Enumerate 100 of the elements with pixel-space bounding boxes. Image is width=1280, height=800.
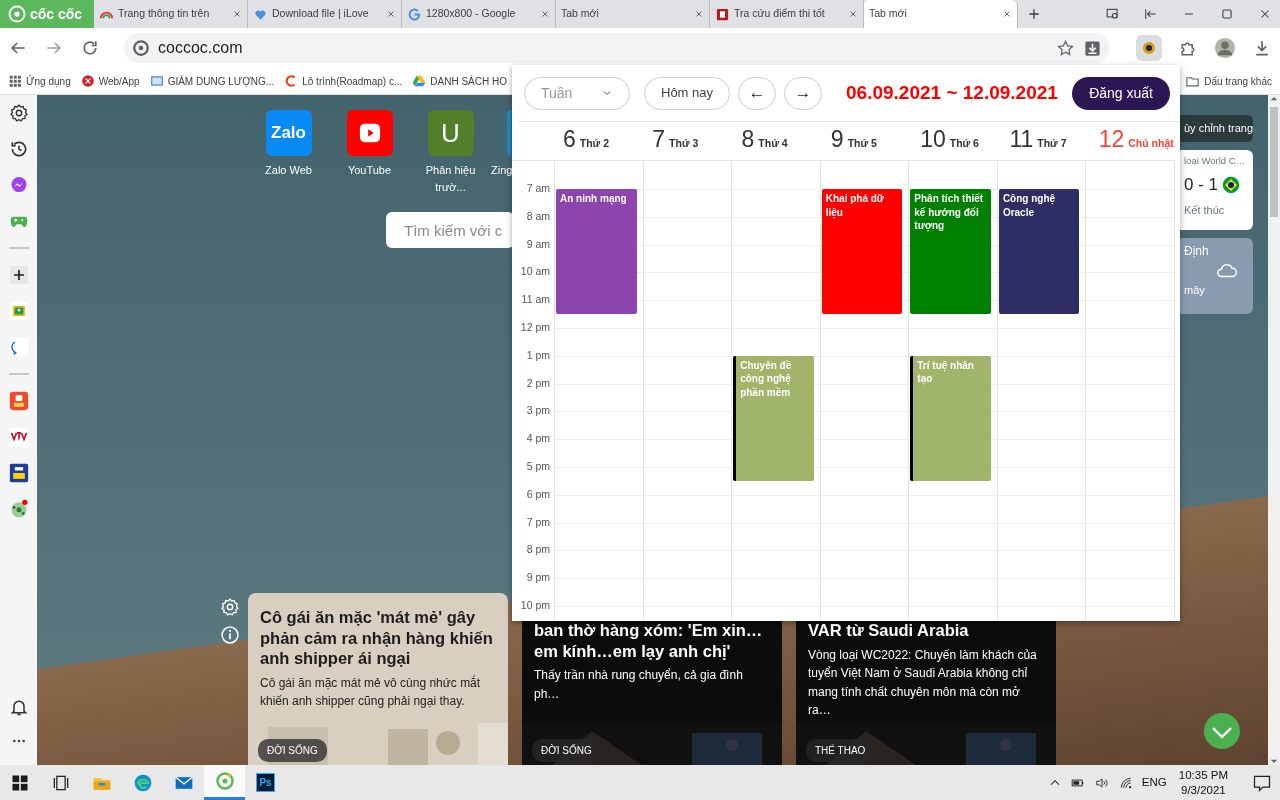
extension-button[interactable] (1136, 35, 1162, 61)
time-label: 9 pm (525, 570, 551, 586)
classroom-icon[interactable] (8, 301, 29, 321)
shortcut-icon[interactable] (346, 110, 393, 156)
day-name: Thứ 3 (669, 136, 699, 152)
coin-icon (1140, 39, 1158, 57)
favicon-icon (407, 6, 422, 22)
day-number: 10 (920, 124, 946, 154)
day-number: 11 (1009, 124, 1034, 154)
close-icon[interactable] (232, 9, 242, 19)
match-title: loại World C… (1184, 154, 1247, 168)
photo-editor-button[interactable]: Ps (245, 765, 286, 800)
news-title[interactable]: ban thờ hàng xóm: 'Em xin… em kính…em lạy anh chị' (522, 620, 782, 661)
language-indicator[interactable]: ENG (1141, 773, 1167, 792)
search-field[interactable]: Tìm kiếm với c (386, 212, 514, 248)
calendar-event[interactable]: Phân tích thiết kế hướng đối tượng (910, 189, 991, 315)
day-name: Chủ nhật (1128, 136, 1174, 152)
address-bar[interactable]: coccoc.com (124, 33, 1110, 63)
today-button[interactable]: Hôm nay (644, 76, 731, 110)
day-number: 7 (652, 124, 666, 154)
bookmark-link[interactable]: GIẢM DUNG LƯỢNG... (167, 73, 275, 89)
close-icon[interactable] (540, 9, 550, 19)
browser-logo-icon (8, 5, 26, 23)
new-tab-icon[interactable] (1026, 6, 1042, 22)
weather-condition: mây (1184, 283, 1206, 298)
calendar-event[interactable]: Công nghệ Oracle (998, 189, 1080, 315)
time-label: 10 pm (519, 597, 551, 613)
time-label: 7 pm (525, 514, 551, 530)
tab-title[interactable]: Tab mới (561, 6, 690, 22)
apps-grid-icon[interactable] (8, 74, 22, 88)
tv-app-icon[interactable] (8, 427, 29, 447)
maximize-icon[interactable] (1220, 7, 1234, 21)
close-icon[interactable] (1002, 9, 1012, 19)
shortcut-icon[interactable]: Zalo (265, 110, 312, 156)
favicon-icon[interactable] (80, 74, 95, 88)
score-card[interactable]: loại World C… 0 - 1 Kết thúc (1180, 150, 1253, 230)
time-label: 8 pm (525, 542, 551, 558)
site-logo-icon (132, 39, 150, 57)
news-summary: Thấy trần nhà rung chuyển, cả gia đình ph… (533, 667, 744, 703)
favicon-icon[interactable] (412, 74, 427, 88)
time-label: 9 am (525, 236, 551, 252)
bookmark-link[interactable]: DANH SÁCH HO (430, 73, 507, 89)
news-card[interactable]: Cô gái ăn mặc 'mát mẻ' gây phản cảm ra nhận hàng khiến anh shipper ái ngại Cô gái ăn mặc mát mẻ vô cùng nhức mắt khiến anh shipper cũng phải ngại thay. ĐỜI SỐNG (248, 593, 508, 765)
news-title[interactable]: VAR từ Saudi Arabia (796, 620, 1056, 641)
info-icon[interactable] (220, 625, 240, 645)
day-name: Thứ 7 (1037, 136, 1067, 152)
match-status: Kết thúc (1184, 202, 1226, 218)
scrollbar-thumb[interactable] (1270, 107, 1278, 217)
bookmark-link[interactable]: Lô trình(Roadmap) c... (302, 73, 403, 89)
chat-app-icon[interactable] (8, 337, 29, 357)
bookmark-folder[interactable]: Dấu trang khác (1204, 73, 1272, 89)
shortcut-label[interactable]: Zalo Web (248, 162, 329, 179)
shortcut-icon[interactable]: U (427, 110, 474, 156)
shortcut-label[interactable]: Zing (491, 162, 513, 179)
close-icon[interactable] (848, 9, 858, 19)
day-number: 9 (830, 124, 844, 154)
scroll-down-arrow-icon[interactable] (1270, 757, 1278, 765)
clock-time[interactable]: 10:35 PM (1178, 768, 1228, 783)
close-icon[interactable] (386, 9, 396, 19)
customize-button[interactable]: ùy chỉnh trang (1180, 115, 1253, 142)
settings-icon[interactable] (8, 103, 29, 123)
calendar-event[interactable]: Khai phá dữ liệu (821, 189, 903, 315)
favicon-icon[interactable] (149, 74, 164, 88)
shortcut-label[interactable]: YouTube (329, 162, 410, 179)
tab-title[interactable]: Download file | iLove (272, 6, 382, 22)
time-label: 8 am (525, 208, 551, 224)
back-arrow-icon[interactable] (1144, 7, 1158, 21)
logout-button[interactable]: Đăng xuất (1072, 76, 1170, 110)
time-label: 3 pm (525, 403, 551, 419)
browser-tab[interactable]: Tab mới (864, 0, 1018, 28)
category-tag[interactable]: ĐỜI SỐNG (532, 739, 601, 762)
volume-icon[interactable] (1093, 775, 1110, 790)
tab-title[interactable]: Tab mới (869, 6, 998, 22)
bookmark-link[interactable]: Web/App (98, 73, 140, 89)
calendar-event[interactable]: An ninh mạng (556, 189, 637, 315)
bookmark-link[interactable]: Ứng dụng (26, 73, 71, 89)
search-tabs-icon[interactable] (1106, 7, 1120, 21)
time-label: 7 am (525, 181, 551, 196)
reload-icon[interactable] (80, 38, 100, 58)
shortcut-label[interactable]: Phân hiệu trườ... (410, 162, 491, 195)
shopping-bag-icon[interactable] (8, 391, 29, 411)
next-button[interactable]: → (784, 76, 823, 110)
tab-title[interactable]: Trang thông tin trên (118, 6, 228, 22)
previous-button[interactable]: ← (738, 76, 777, 110)
browser-button[interactable] (204, 765, 245, 800)
close-icon[interactable] (694, 9, 704, 19)
download-box-icon[interactable] (1083, 38, 1102, 58)
add-icon[interactable] (8, 265, 29, 285)
news-title[interactable]: Cô gái ăn mặc 'mát mẻ' gây phản cảm ra nhận hàng khiến anh shipper ái ngại (248, 607, 508, 669)
category-tag[interactable]: THỂ THAO (806, 739, 875, 762)
tab-title[interactable]: Tra cứu điểm thi tốt (734, 6, 844, 22)
tab-title[interactable]: 1280x800 - Google (426, 6, 536, 22)
scroll-down-icon[interactable] (1204, 713, 1240, 749)
avatar-icon[interactable] (1214, 37, 1236, 59)
day-number: 6 (563, 124, 576, 154)
shop-app-icon[interactable] (8, 463, 29, 483)
clock-date[interactable]: 9/3/2021 (1178, 782, 1228, 797)
category-tag[interactable]: ĐỜI SỐNG (258, 739, 327, 762)
time-label: 2 pm (525, 375, 551, 391)
bookmark-star-icon[interactable] (1056, 38, 1075, 58)
